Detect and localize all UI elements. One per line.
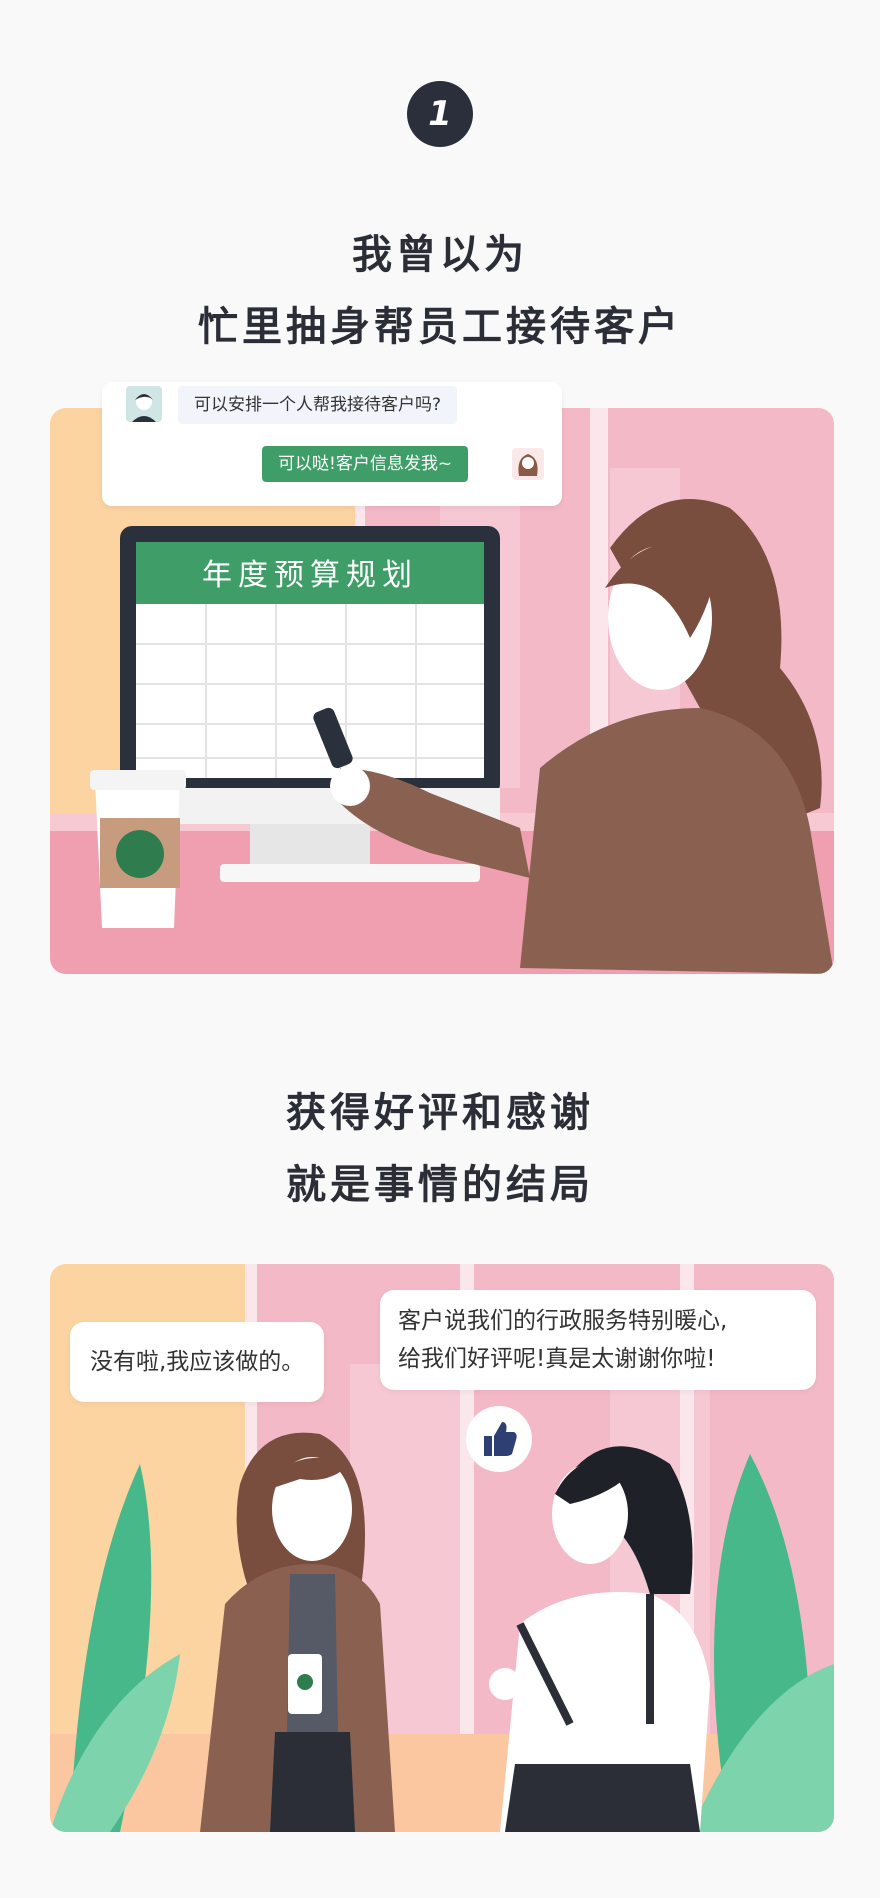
section1-heading-line2: 忙里抽身帮员工接待客户 [198,304,682,350]
thumbs-up-icon [466,1406,532,1472]
screen-title: 年度预算规划 [202,558,418,593]
step-number-badge: 1 [407,81,473,147]
speech-bubble-left: 没有啦,我应该做的。 [70,1322,325,1402]
section2-heading-line2: 就是事情的结局 [286,1162,594,1208]
speech-bubble-right-line2: 给我们好评呢!真是太谢谢你啦! [398,1346,716,1372]
chat-question: 可以安排一个人帮我接待客户吗? [178,386,458,424]
speech-bubble-left-text: 没有啦,我应该做的。 [90,1349,305,1375]
woman-avatar-icon [512,448,544,480]
section2-heading-line1: 获得好评和感谢 [286,1090,594,1136]
chat-reply: 可以哒!客户信息发我~ [262,446,469,482]
section1-heading-line1: 我曾以为 [352,232,528,278]
speech-bubble-right: 客户说我们的行政服务特别暖心, 给我们好评呢!真是太谢谢你啦! [380,1290,816,1390]
speech-bubble-right-line1: 客户说我们的行政服务特别暖心, [398,1308,728,1334]
step-number: 1 [428,94,452,134]
chat-window: 可以安排一个人帮我接待客户吗? 可以哒!客户信息发我~ [102,382,562,506]
user-avatar-icon [126,386,162,422]
